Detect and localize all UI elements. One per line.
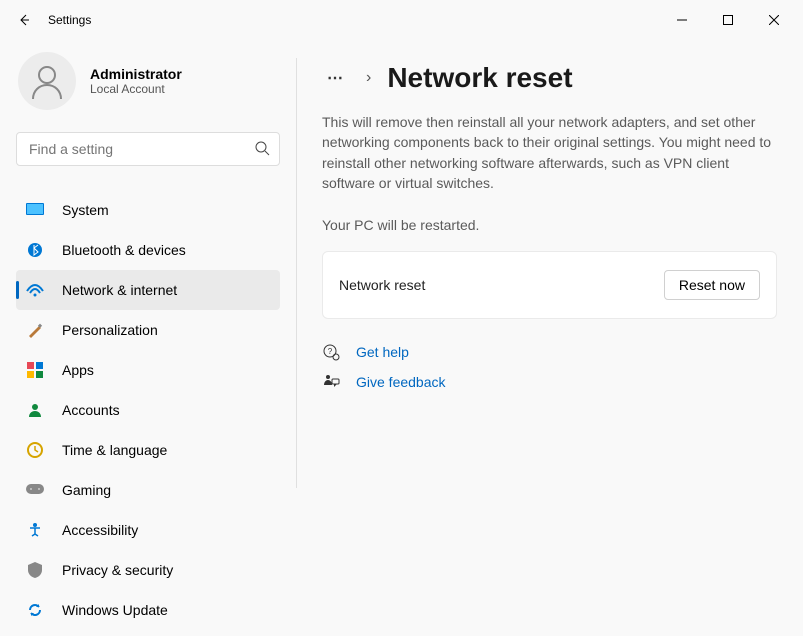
page-description: This will remove then reinstall all your… — [322, 112, 777, 193]
give-feedback-row[interactable]: Give feedback — [322, 373, 777, 391]
search-input[interactable] — [16, 132, 280, 166]
bluetooth-icon — [26, 241, 44, 259]
account-header[interactable]: Administrator Local Account — [16, 52, 296, 110]
minimize-icon — [677, 15, 687, 25]
back-button[interactable] — [6, 2, 42, 38]
nav-label: Network & internet — [62, 282, 177, 298]
minimize-button[interactable] — [659, 5, 705, 35]
gaming-icon — [26, 481, 44, 499]
maximize-button[interactable] — [705, 5, 751, 35]
account-name: Administrator — [90, 66, 182, 82]
nav-item-gaming[interactable]: Gaming — [16, 470, 280, 510]
nav-label: Time & language — [62, 442, 167, 458]
restart-note: Your PC will be restarted. — [322, 217, 777, 233]
network-reset-card: Network reset Reset now — [322, 251, 777, 319]
nav-list: System Bluetooth & devices Network & int… — [16, 190, 296, 630]
shield-icon — [26, 561, 44, 579]
nav-label: Apps — [62, 362, 94, 378]
system-icon — [26, 201, 44, 219]
nav-label: Bluetooth & devices — [62, 242, 186, 258]
nav-label: Windows Update — [62, 602, 168, 618]
svg-text:?: ? — [328, 347, 333, 356]
update-icon — [26, 601, 44, 619]
accessibility-icon — [26, 521, 44, 539]
breadcrumb: ⋯ › Network reset — [322, 62, 777, 94]
nav-item-privacy[interactable]: Privacy & security — [16, 550, 280, 590]
nav-label: System — [62, 202, 109, 218]
maximize-icon — [723, 15, 733, 25]
nav-label: Personalization — [62, 322, 158, 338]
personalization-icon — [26, 321, 44, 339]
nav-item-bluetooth[interactable]: Bluetooth & devices — [16, 230, 280, 270]
main-content: ⋯ › Network reset This will remove then … — [296, 40, 803, 636]
nav-item-update[interactable]: Windows Update — [16, 590, 280, 630]
nav-item-personalization[interactable]: Personalization — [16, 310, 280, 350]
nav-label: Accessibility — [62, 522, 138, 538]
search-icon — [254, 140, 270, 161]
breadcrumb-more-button[interactable]: ⋯ — [322, 64, 350, 92]
avatar — [18, 52, 76, 110]
nav-label: Gaming — [62, 482, 111, 498]
nav-label: Privacy & security — [62, 562, 173, 578]
nav-item-accessibility[interactable]: Accessibility — [16, 510, 280, 550]
sidebar: Administrator Local Account System Bluet… — [0, 40, 296, 636]
account-sub: Local Account — [90, 82, 182, 96]
reset-now-button[interactable]: Reset now — [664, 270, 760, 300]
app-title: Settings — [48, 13, 91, 27]
window-controls — [659, 5, 797, 35]
card-label: Network reset — [339, 277, 425, 293]
time-icon — [26, 441, 44, 459]
apps-icon — [26, 361, 44, 379]
get-help-row[interactable]: ? Get help — [322, 343, 777, 361]
person-icon — [27, 61, 67, 101]
nav-item-apps[interactable]: Apps — [16, 350, 280, 390]
titlebar: Settings — [0, 0, 803, 40]
accounts-icon — [26, 401, 44, 419]
nav-item-time-language[interactable]: Time & language — [16, 430, 280, 470]
close-button[interactable] — [751, 5, 797, 35]
nav-item-network[interactable]: Network & internet — [16, 270, 280, 310]
get-help-link[interactable]: Get help — [356, 344, 409, 360]
nav-label: Accounts — [62, 402, 120, 418]
nav-item-accounts[interactable]: Accounts — [16, 390, 280, 430]
network-icon — [26, 281, 44, 299]
give-feedback-link[interactable]: Give feedback — [356, 374, 446, 390]
close-icon — [769, 15, 779, 25]
nav-item-system[interactable]: System — [16, 190, 280, 230]
chevron-right-icon: › — [364, 69, 373, 87]
arrow-left-icon — [16, 12, 32, 28]
page-title: Network reset — [387, 62, 572, 94]
help-icon: ? — [322, 343, 340, 361]
feedback-icon — [322, 373, 340, 391]
